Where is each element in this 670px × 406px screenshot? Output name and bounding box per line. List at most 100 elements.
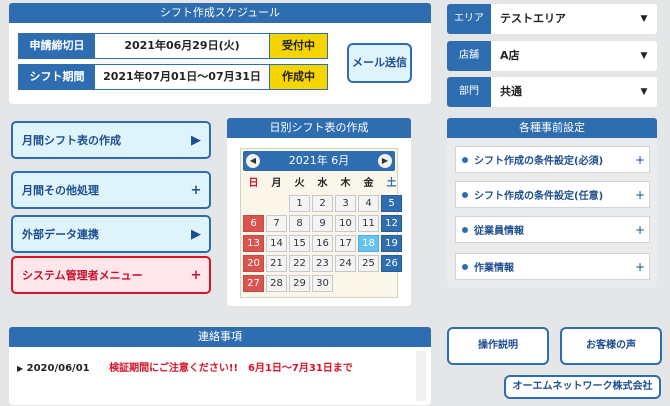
period-status-badge: 作成中 xyxy=(269,65,327,89)
employee-info-item[interactable]: 従業員情報 + xyxy=(455,216,650,243)
monthly-shift-create-button[interactable]: 月間シフト表の作成 ▶ xyxy=(11,121,211,159)
condition-required-item[interactable]: シフト作成の条件設定(必須) + xyxy=(455,146,650,173)
store-select-value: A店 xyxy=(500,49,520,62)
external-data-button[interactable]: 外部データ連携 ▶ xyxy=(11,215,211,253)
plus-icon: + xyxy=(634,152,646,167)
calendar-empty-cell xyxy=(358,275,379,292)
calendar-day[interactable]: 3 xyxy=(335,195,356,212)
company-link-button[interactable]: オーエムネットワーク株式会社 xyxy=(504,375,661,399)
calendar-day[interactable]: 12 xyxy=(381,215,402,232)
plus-icon: + xyxy=(634,259,646,274)
calendar-empty-cell xyxy=(266,195,287,212)
area-select-label: エリア xyxy=(447,4,491,34)
schedule-panel: シフト作成スケジュール 申請締切日 2021年06月29日(火) 受付中 シフト… xyxy=(9,3,431,104)
dropdown-arrow-icon: ▼ xyxy=(640,87,648,97)
weekday-header: 日 xyxy=(248,178,259,189)
caret-right-icon: ▶ xyxy=(17,364,24,373)
bullet-icon xyxy=(462,191,468,198)
weekday-header: 月 xyxy=(271,178,282,189)
notice-date: 2020/06/01 xyxy=(26,363,90,374)
period-row: シフト期間 2021年07月01日〜07月31日 作成中 xyxy=(18,64,328,90)
calendar-day[interactable]: 14 xyxy=(266,235,287,252)
calendar-empty-cell xyxy=(335,275,356,292)
settings-item-label: 作業情報 xyxy=(474,263,514,274)
bullet-icon xyxy=(462,263,468,270)
calendar-day[interactable]: 29 xyxy=(289,275,310,292)
weekday-header: 水 xyxy=(317,178,328,189)
calendar-day[interactable]: 1 xyxy=(289,195,310,212)
calendar-day[interactable]: 19 xyxy=(381,235,402,252)
manual-button[interactable]: 操作説明 xyxy=(447,327,549,365)
bullet-icon xyxy=(462,156,468,163)
period-label: シフト期間 xyxy=(19,65,95,89)
plus-icon: + xyxy=(190,182,202,198)
settings-item-label: 従業員情報 xyxy=(474,226,524,237)
notice-item[interactable]: ▶ 2020/06/01 検証期間にご注意ください!! 6月1日〜7月31日まで xyxy=(17,359,353,374)
deadline-label: 申請締切日 xyxy=(19,34,95,58)
menu-label: 外部データ連携 xyxy=(22,228,99,241)
calendar-day[interactable]: 28 xyxy=(266,275,287,292)
plus-icon: + xyxy=(190,267,202,283)
deadline-status-badge: 受付中 xyxy=(269,34,327,58)
pre-settings-panel: 各種事前設定 シフト作成の条件設定(必須) + シフト作成の条件設定(任意) +… xyxy=(447,118,657,288)
dropdown-arrow-icon: ▼ xyxy=(640,51,648,61)
calendar-day[interactable]: 7 xyxy=(266,215,287,232)
calendar-day[interactable]: 16 xyxy=(312,235,333,252)
calendar-day[interactable]: 21 xyxy=(266,255,287,272)
daily-shift-calendar-panel: 日別シフト表の作成 ◀ 2021年 6月 ▶ 日月火水木金土1234567891… xyxy=(227,118,411,306)
department-select[interactable]: 部門 共通 ▼ xyxy=(447,77,657,107)
calendar-day[interactable]: 9 xyxy=(312,215,333,232)
area-select-value: テストエリア xyxy=(500,12,566,25)
send-mail-button[interactable]: メール送信 xyxy=(347,43,412,83)
calendar-header: ◀ 2021年 6月 ▶ xyxy=(243,151,395,171)
weekday-header: 火 xyxy=(294,178,305,189)
condition-optional-item[interactable]: シフト作成の条件設定(任意) + xyxy=(455,181,650,208)
calendar-empty-cell xyxy=(381,275,402,292)
calendar-day[interactable]: 5 xyxy=(381,195,402,212)
calendar-day[interactable]: 13 xyxy=(243,235,264,252)
calendar-day[interactable]: 6 xyxy=(243,215,264,232)
calendar-day[interactable]: 27 xyxy=(243,275,264,292)
calendar-day[interactable]: 20 xyxy=(243,255,264,272)
calendar-day[interactable]: 24 xyxy=(335,255,356,272)
dropdown-arrow-icon: ▼ xyxy=(640,14,648,24)
settings-item-label: シフト作成の条件設定(必須) xyxy=(474,156,604,167)
calendar-day[interactable]: 17 xyxy=(335,235,356,252)
weekday-header: 木 xyxy=(340,178,351,189)
calendar-day[interactable]: 15 xyxy=(289,235,310,252)
calendar-day[interactable]: 26 xyxy=(381,255,402,272)
customer-voice-button[interactable]: お客様の声 xyxy=(560,327,662,365)
calendar-day[interactable]: 8 xyxy=(289,215,310,232)
calendar-day[interactable]: 2 xyxy=(312,195,333,212)
schedule-title: シフト作成スケジュール xyxy=(9,3,431,23)
settings-item-label: シフト作成の条件設定(任意) xyxy=(474,191,604,202)
arrow-right-icon: ▶ xyxy=(191,226,201,242)
notices-panel: 連絡事項 ▶ 2020/06/01 検証期間にご注意ください!! 6月1日〜7月… xyxy=(9,327,431,405)
admin-menu-button[interactable]: システム管理者メニュー + xyxy=(11,256,211,294)
store-select[interactable]: 店舗 A店 ▼ xyxy=(447,41,657,71)
work-info-item[interactable]: 作業情報 + xyxy=(455,253,650,280)
prev-month-icon[interactable]: ◀ xyxy=(246,154,260,168)
calendar-day[interactable]: 23 xyxy=(312,255,333,272)
calendar-month-label: 2021年 6月 xyxy=(288,154,350,167)
calendar-day[interactable]: 10 xyxy=(335,215,356,232)
next-month-icon[interactable]: ▶ xyxy=(378,154,392,168)
menu-label: 月間シフト表の作成 xyxy=(22,134,121,147)
notices-scrollbar[interactable] xyxy=(416,351,426,401)
plus-icon: + xyxy=(634,187,646,202)
settings-title: 各種事前設定 xyxy=(447,118,657,138)
calendar-grid: 日月火水木金土 1 2 3 4 5 6 7 8 9 10 11 12 13 14 15 16 17 18 19 20 21… xyxy=(243,175,402,292)
notice-text: 検証期間にご注意ください!! 6月1日〜7月31日まで xyxy=(109,363,353,374)
calendar-day[interactable]: 25 xyxy=(358,255,379,272)
calendar-day[interactable]: 18 xyxy=(358,235,379,252)
department-select-value: 共通 xyxy=(500,85,522,98)
monthly-other-button[interactable]: 月間その他処理 + xyxy=(11,171,211,209)
notices-title: 連絡事項 xyxy=(9,327,431,347)
calendar-day[interactable]: 4 xyxy=(358,195,379,212)
calendar-title: 日別シフト表の作成 xyxy=(227,118,411,138)
area-select[interactable]: エリア テストエリア ▼ xyxy=(447,4,657,34)
calendar-day[interactable]: 11 xyxy=(358,215,379,232)
calendar-day[interactable]: 22 xyxy=(289,255,310,272)
period-value: 2021年07月01日〜07月31日 xyxy=(95,65,269,89)
calendar-day[interactable]: 30 xyxy=(312,275,333,292)
